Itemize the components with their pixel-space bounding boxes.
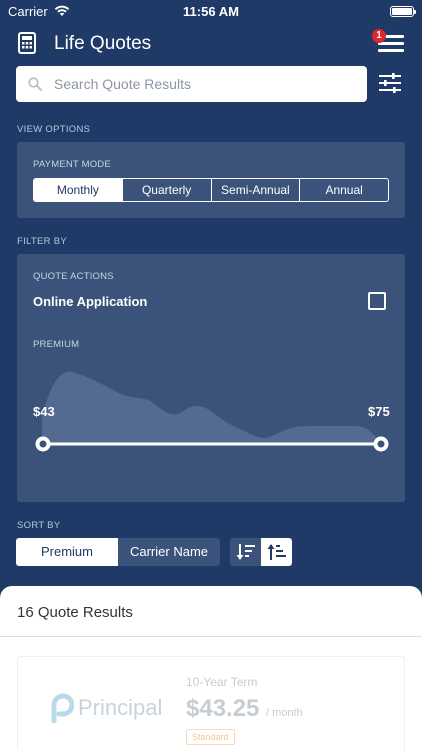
quote-price-period: / month <box>266 707 303 719</box>
carrier-logo-text: Principal <box>78 695 163 720</box>
status-time: 11:56 AM <box>183 3 239 19</box>
search-icon <box>28 77 42 91</box>
sort-by-label: SORT BY <box>17 520 61 531</box>
filter-sliders-icon[interactable] <box>379 73 401 93</box>
nav-bar: Life Quotes 1 <box>0 29 422 60</box>
notification-badge: 1 <box>372 29 386 43</box>
payment-mode-quarterly[interactable]: Quarterly <box>121 179 211 201</box>
status-bar: Carrier 11:56 AM <box>0 0 422 22</box>
sort-ascending-icon <box>267 544 286 560</box>
payment-mode-panel: PAYMENT MODE Monthly Quarterly Semi-Annu… <box>17 142 405 218</box>
menu-icon-bar <box>378 49 404 52</box>
principal-logo-icon <box>51 693 74 723</box>
search-input[interactable] <box>54 76 354 92</box>
online-application-checkbox[interactable] <box>368 292 386 310</box>
sort-premium-button[interactable]: Premium <box>16 538 118 566</box>
premium-label: PREMIUM <box>33 339 80 350</box>
sort-ascending-button[interactable] <box>261 538 292 566</box>
sort-descending-icon <box>236 544 255 560</box>
premium-range-slider[interactable] <box>31 432 393 456</box>
results-count-title: 16 Quote Results <box>17 604 133 621</box>
page-title: Life Quotes <box>54 33 152 54</box>
sort-carrier-name-button[interactable]: Carrier Name <box>118 538 220 566</box>
quote-price: $43.25 <box>186 695 260 722</box>
results-divider <box>0 636 422 637</box>
sort-descending-button[interactable] <box>230 538 261 566</box>
menu-icon-bar <box>378 42 404 45</box>
payment-mode-segmented-control: Monthly Quarterly Semi-Annual Annual <box>33 178 389 202</box>
view-options-label: VIEW OPTIONS <box>17 124 91 135</box>
payment-mode-semi-annual[interactable]: Semi-Annual <box>210 179 300 201</box>
carrier-logo: Principal <box>48 693 162 723</box>
payment-mode-label: PAYMENT MODE <box>33 159 111 170</box>
search-bar <box>16 66 367 102</box>
payment-mode-annual[interactable]: Annual <box>299 179 388 201</box>
premium-max-label: $75 <box>368 404 390 419</box>
quote-term: 10-Year Term <box>186 675 258 689</box>
menu-button[interactable]: 1 <box>372 29 404 53</box>
quote-actions-label: QUOTE ACTIONS <box>33 271 114 282</box>
sort-segmented-control: Premium Carrier Name <box>16 538 220 566</box>
filter-by-label: FILTER BY <box>17 236 68 247</box>
rate-class-badge: Standard <box>186 729 235 745</box>
calculator-icon[interactable] <box>18 32 36 54</box>
filter-panel: QUOTE ACTIONS Online Application PREMIUM… <box>17 254 405 502</box>
payment-mode-monthly[interactable]: Monthly <box>34 179 122 201</box>
battery-icon <box>390 5 416 17</box>
online-application-label: Online Application <box>33 294 148 309</box>
sort-direction-control <box>230 538 292 566</box>
quote-result-card[interactable]: Principal 10-Year Term $43.25 / month St… <box>17 656 405 750</box>
premium-min-label: $43 <box>33 404 55 419</box>
results-sheet: 16 Quote Results Principal 10-Year Term … <box>0 586 422 750</box>
